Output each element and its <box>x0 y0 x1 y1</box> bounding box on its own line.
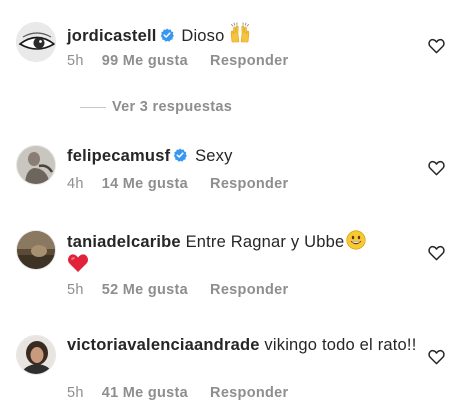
reply-button[interactable]: Responder <box>210 176 288 192</box>
raising-hands-icon <box>231 22 250 43</box>
comment-meta: 5h 41 Me gusta Responder <box>67 385 288 401</box>
like-count[interactable]: 52 Me gusta <box>102 282 188 298</box>
comment-text: victoriavalenciaandrade vikingo todo el … <box>67 334 423 356</box>
username[interactable]: jordicastell <box>67 27 157 45</box>
heart-icon[interactable] <box>428 349 445 365</box>
comments-list: jordicastell Dioso 5h 99 Me gusta Responde… <box>0 0 473 415</box>
timestamp[interactable]: 4h <box>67 176 84 192</box>
timestamp[interactable]: 5h <box>67 53 84 69</box>
timestamp[interactable]: 5h <box>67 385 84 401</box>
heart-icon[interactable] <box>428 160 445 176</box>
like-count[interactable]: 99 Me gusta <box>102 53 188 69</box>
reply-button[interactable]: Responder <box>210 385 288 401</box>
verified-badge-icon <box>160 28 174 42</box>
comment-meta: 5h 52 Me gusta Responder <box>67 282 288 298</box>
replies-divider <box>80 106 106 108</box>
comment-text: jordicastell Dioso <box>67 22 423 47</box>
comment-body: Sexy <box>195 147 233 165</box>
avatar[interactable] <box>16 145 56 185</box>
username[interactable]: taniadelcaribe <box>67 233 181 251</box>
comment-text: felipecamusf Sexy <box>67 145 423 167</box>
avatar[interactable] <box>16 230 56 270</box>
view-replies-label: Ver 3 respuestas <box>112 99 233 115</box>
comment-meta: 5h 99 Me gusta Responder <box>67 53 288 69</box>
reply-button[interactable]: Responder <box>210 282 288 298</box>
smiley-face-icon <box>346 230 366 250</box>
reply-button[interactable]: Responder <box>210 53 288 69</box>
red-heart-icon <box>67 254 89 272</box>
like-count[interactable]: 41 Me gusta <box>102 385 188 401</box>
avatar[interactable] <box>16 335 56 375</box>
like-count[interactable]: 14 Me gusta <box>102 176 188 192</box>
comment-body: Entre Ragnar y Ubbe <box>185 233 345 251</box>
username[interactable]: felipecamusf <box>67 147 170 165</box>
comment-meta: 4h 14 Me gusta Responder <box>67 176 288 192</box>
view-replies-link[interactable]: Ver 3 respuestas <box>80 99 232 115</box>
heart-icon[interactable] <box>428 245 445 261</box>
username[interactable]: victoriavalenciaandrade <box>67 336 260 354</box>
comment-body: Dioso <box>181 27 225 45</box>
verified-badge-icon <box>174 148 188 162</box>
comment-body: vikingo todo el rato!! <box>264 336 417 354</box>
comment-text: taniadelcaribe Entre Ragnar y Ubbe <box>67 230 423 276</box>
avatar[interactable] <box>16 22 56 62</box>
timestamp[interactable]: 5h <box>67 282 84 298</box>
heart-icon[interactable] <box>428 38 445 54</box>
